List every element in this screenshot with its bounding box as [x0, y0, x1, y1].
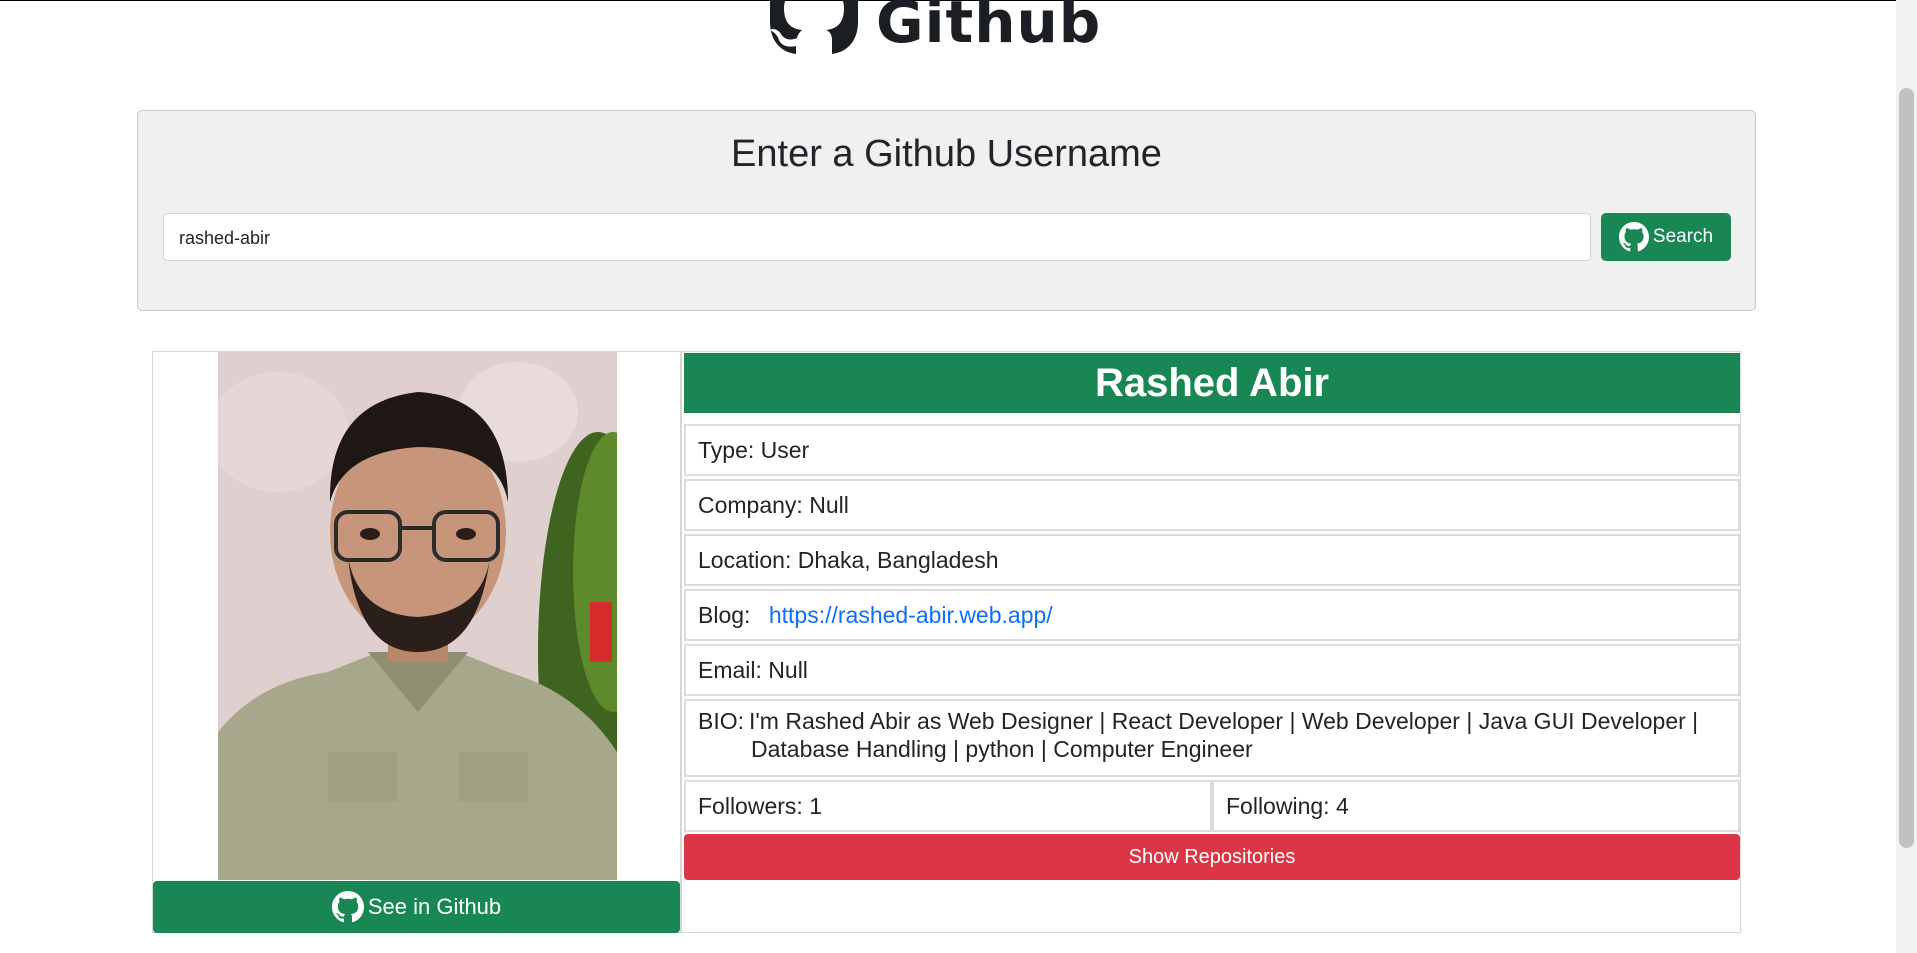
company-label: Company: [698, 491, 810, 518]
following-value: 4 [1335, 792, 1349, 819]
followers-label: Followers: [698, 792, 810, 819]
bio-text: I'm Rashed Abir as Web Designer | React … [749, 708, 1699, 762]
avatar [218, 352, 617, 880]
blog-row: Blog: https://rashed-abir.web.app/ [684, 589, 1740, 641]
search-card: Enter a Github Username rashed-abir Sear… [137, 110, 1756, 311]
company-row: Company: Null [684, 479, 1740, 531]
github-logo: Github [764, 0, 1101, 62]
followers-value: 1 [809, 792, 822, 819]
search-title: Enter a Github Username [731, 133, 1162, 175]
see-in-github-button[interactable]: See in Github [153, 881, 680, 933]
scrollbar-thumb[interactable] [1899, 88, 1914, 848]
type-row: Type: User [684, 424, 1740, 476]
blog-link[interactable]: https://rashed-abir.web.app/ [769, 602, 1053, 629]
see-in-github-label: See in Github [367, 894, 502, 919]
avatar-photo [218, 352, 617, 880]
location-label: Location: [698, 546, 798, 573]
company-value: Null [809, 491, 849, 518]
bio-row: BIO: I'm Rashed Abir as Web Designer | R… [684, 699, 1740, 777]
scrollbar[interactable] [1896, 0, 1917, 953]
blog-label: Blog: [698, 601, 757, 628]
profile-photo-panel: See in Github [152, 351, 681, 933]
email-row: Email: Null [684, 644, 1740, 696]
profile-name: Rashed Abir [684, 353, 1740, 413]
profile-info-panel: Rashed Abir Type: User Company: Null Loc… [681, 351, 1741, 933]
following-row: Following: 4 [1212, 780, 1740, 832]
followers-row: Followers: 1 [684, 780, 1212, 832]
show-repositories-button[interactable]: Show Repositories [684, 834, 1740, 880]
type-label: Type: [698, 436, 761, 463]
email-label: Email: [698, 656, 769, 683]
email-value: Null [768, 656, 808, 683]
search-button[interactable]: Search [1601, 213, 1731, 261]
github-icon [331, 891, 364, 923]
github-icon [1618, 222, 1649, 252]
type-value: User [760, 436, 810, 463]
following-label: Following: [1226, 792, 1336, 819]
github-octocat-icon [770, 0, 858, 54]
location-row: Location: Dhaka, Bangladesh [684, 534, 1740, 586]
username-input[interactable]: rashed-abir [163, 213, 1591, 261]
search-button-label: Search [1652, 226, 1714, 247]
bio-label: BIO: [698, 708, 745, 734]
logo-text: Github [876, 0, 1102, 56]
location-value: Dhaka, Bangladesh [797, 546, 999, 573]
